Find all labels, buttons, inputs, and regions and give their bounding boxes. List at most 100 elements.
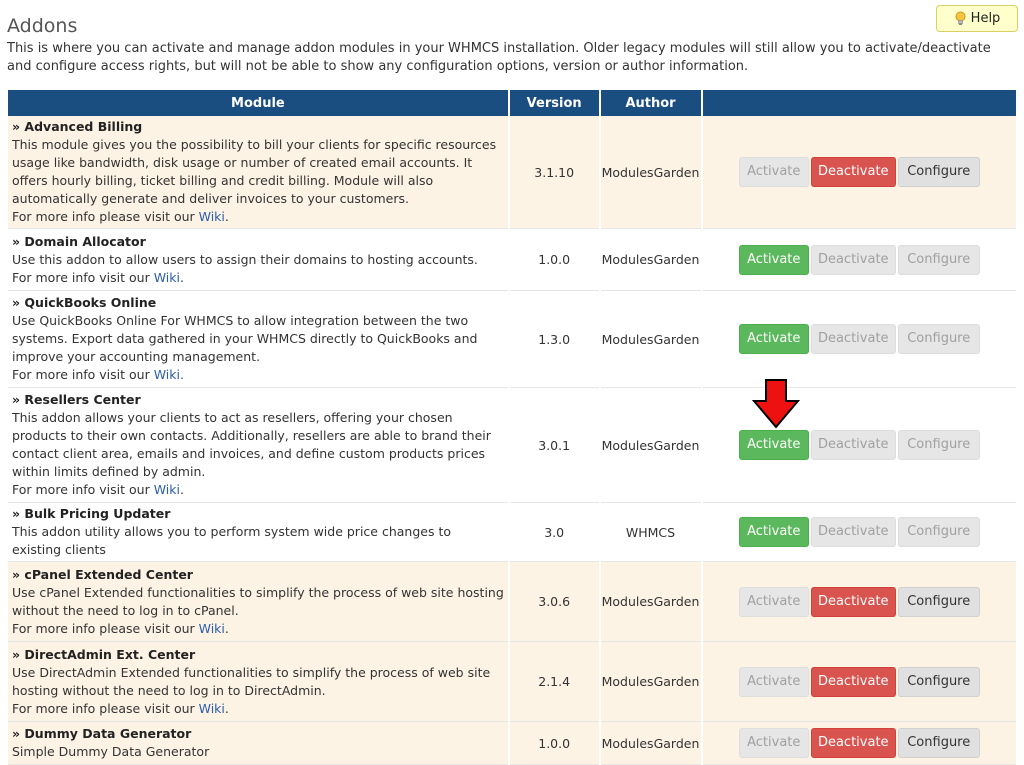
deactivate-button[interactable]: Deactivate — [810, 244, 896, 275]
header-actions — [702, 90, 1016, 116]
actions-cell: Activate Deactivate Configure — [702, 388, 1016, 503]
actions-cell: Activate Deactivate Configure — [702, 722, 1016, 765]
activate-button[interactable]: Activate — [738, 586, 809, 617]
more-info-text: For more info please visit our — [12, 700, 199, 716]
version-cell: 3.0.6 — [509, 562, 599, 642]
deactivate-button[interactable]: Deactivate — [810, 586, 896, 617]
actions-cell: Activate Deactivate Configure — [702, 291, 1016, 388]
module-name: » Advanced Billing — [12, 119, 143, 134]
activate-button[interactable]: Activate — [738, 430, 809, 460]
more-info-suffix: . — [224, 209, 229, 224]
more-info-suffix: . — [179, 269, 184, 285]
wiki-link[interactable]: Wiki — [154, 482, 180, 497]
configure-button[interactable]: Configure — [897, 666, 980, 697]
module-cell: » Bulk Pricing Updater This addon utility… — [8, 503, 508, 562]
actions-cell: Activate Deactivate Configure — [702, 229, 1016, 291]
module-cell: » Resellers Center This addon allows your… — [8, 388, 508, 503]
table-row: » Bulk Pricing Updater This addon utility… — [8, 503, 1016, 562]
wiki-link[interactable]: Wiki. — [154, 367, 184, 382]
module-name: » DirectAdmin Ext. Center — [12, 646, 196, 662]
lightbulb-icon — [955, 11, 966, 25]
module-description: Use DirectAdmin Extended functionalities… — [12, 664, 491, 698]
more-info-suffix: . — [224, 620, 229, 636]
help-label: Help — [970, 11, 1001, 26]
version-cell: 3.0.1 — [509, 388, 599, 503]
configure-button[interactable]: Configure — [897, 430, 980, 460]
deactivate-button[interactable]: Deactivate — [810, 430, 896, 460]
deactivate-button[interactable]: Deactivate — [810, 324, 896, 354]
module-name: » Resellers Center — [12, 392, 141, 407]
header-version: Version — [509, 90, 599, 116]
activate-button[interactable]: Activate — [738, 157, 809, 187]
header-module: Module — [8, 90, 508, 116]
module-description: Use this addon to allow users to assign … — [12, 251, 478, 267]
table-row: » Dummy Data Generator Simple Dummy Data … — [8, 722, 1016, 765]
version-cell: 1.0.0 — [509, 229, 599, 291]
configure-button[interactable]: Configure — [897, 517, 980, 547]
red-arrow-annotation — [752, 379, 800, 429]
activate-button[interactable]: Activate — [738, 517, 809, 547]
more-info-text: For more info visit our — [12, 482, 154, 497]
module-description: This module gives you the possibility to… — [12, 137, 497, 206]
author-cell: ModulesGarden — [600, 388, 701, 503]
version-cell: 1.3.0 — [509, 291, 599, 388]
activate-button[interactable]: Activate — [738, 324, 809, 354]
author-cell: ModulesGarden — [600, 562, 701, 642]
deactivate-button[interactable]: Deactivate — [810, 517, 896, 547]
table-row: » Advanced Billing This module gives you … — [8, 116, 1016, 229]
version-cell: 3.1.10 — [509, 116, 599, 229]
help-button[interactable]: Help — [936, 5, 1018, 32]
more-info-suffix: . — [224, 700, 229, 716]
module-cell: » DirectAdmin Ext. Center Use DirectAdmin… — [8, 642, 508, 722]
module-description: Simple Dummy Data Generator — [12, 744, 210, 759]
wiki-link[interactable]: Wiki — [154, 270, 180, 285]
table-row: » DirectAdmin Ext. Center Use DirectAdmin… — [8, 642, 1016, 722]
more-info-text: For more info please visit our — [12, 209, 199, 224]
configure-button[interactable]: Configure — [897, 586, 980, 617]
author-cell: ModulesGarden — [600, 642, 701, 722]
actions-cell: Activate Deactivate Configure — [702, 116, 1016, 229]
activate-button[interactable]: Activate — [738, 244, 809, 275]
actions-cell: Activate Deactivate Configure — [702, 562, 1016, 642]
addons-table: Module Version Author » Advanced Billing… — [6, 90, 1018, 765]
version-cell: 3.0 — [509, 503, 599, 562]
module-description: This addon allows your clients to act as… — [12, 410, 491, 479]
module-cell: » QuickBooks Online Use QuickBooks Online… — [8, 291, 508, 388]
module-description: Use QuickBooks Online For WHMCS to allow… — [12, 313, 478, 364]
author-cell: ModulesGarden — [600, 291, 701, 388]
author-cell: ModulesGarden — [600, 722, 701, 765]
version-cell: 1.0.0 — [509, 722, 599, 765]
deactivate-button[interactable]: Deactivate — [810, 666, 896, 697]
module-name: » Domain Allocator — [12, 233, 146, 249]
page-title: Addons — [7, 14, 78, 37]
version-cell: 2.1.4 — [509, 642, 599, 722]
module-cell: » Dummy Data Generator Simple Dummy Data … — [8, 722, 508, 765]
author-cell: ModulesGarden — [600, 116, 701, 229]
activate-button[interactable]: Activate — [738, 666, 809, 697]
module-cell: » Advanced Billing This module gives you … — [8, 116, 508, 229]
actions-cell: Activate Deactivate Configure — [702, 642, 1016, 722]
table-header-row: Module Version Author — [8, 90, 1016, 116]
wiki-link[interactable]: Wiki — [199, 701, 225, 716]
intro-text: This is where you can activate and manag… — [7, 41, 991, 74]
author-cell: WHMCS — [600, 503, 701, 562]
wiki-link[interactable]: Wiki — [199, 621, 225, 636]
table-row: » QuickBooks Online Use QuickBooks Online… — [8, 291, 1016, 388]
module-name: » Bulk Pricing Updater — [12, 506, 171, 521]
table-row: » Domain Allocator Use this addon to allo… — [8, 229, 1016, 291]
configure-button[interactable]: Configure — [897, 157, 980, 187]
wiki-link[interactable]: Wiki — [199, 209, 225, 224]
module-cell: » Domain Allocator Use this addon to allo… — [8, 229, 508, 291]
module-description: Use cPanel Extended functionalities to s… — [12, 584, 504, 618]
more-info-text: For more info visit our — [12, 367, 154, 382]
module-cell: » cPanel Extended Center Use cPanel Exten… — [8, 562, 508, 642]
deactivate-button[interactable]: Deactivate — [810, 157, 896, 187]
module-name: » QuickBooks Online — [12, 295, 157, 310]
more-info-suffix: . — [179, 482, 184, 497]
header-author: Author — [600, 90, 701, 116]
configure-button[interactable]: Configure — [897, 244, 980, 275]
module-name: » cPanel Extended Center — [12, 566, 193, 582]
author-cell: ModulesGarden — [600, 229, 701, 291]
configure-button[interactable]: Configure — [897, 324, 980, 354]
actions-cell: Activate Deactivate Configure — [702, 503, 1016, 562]
